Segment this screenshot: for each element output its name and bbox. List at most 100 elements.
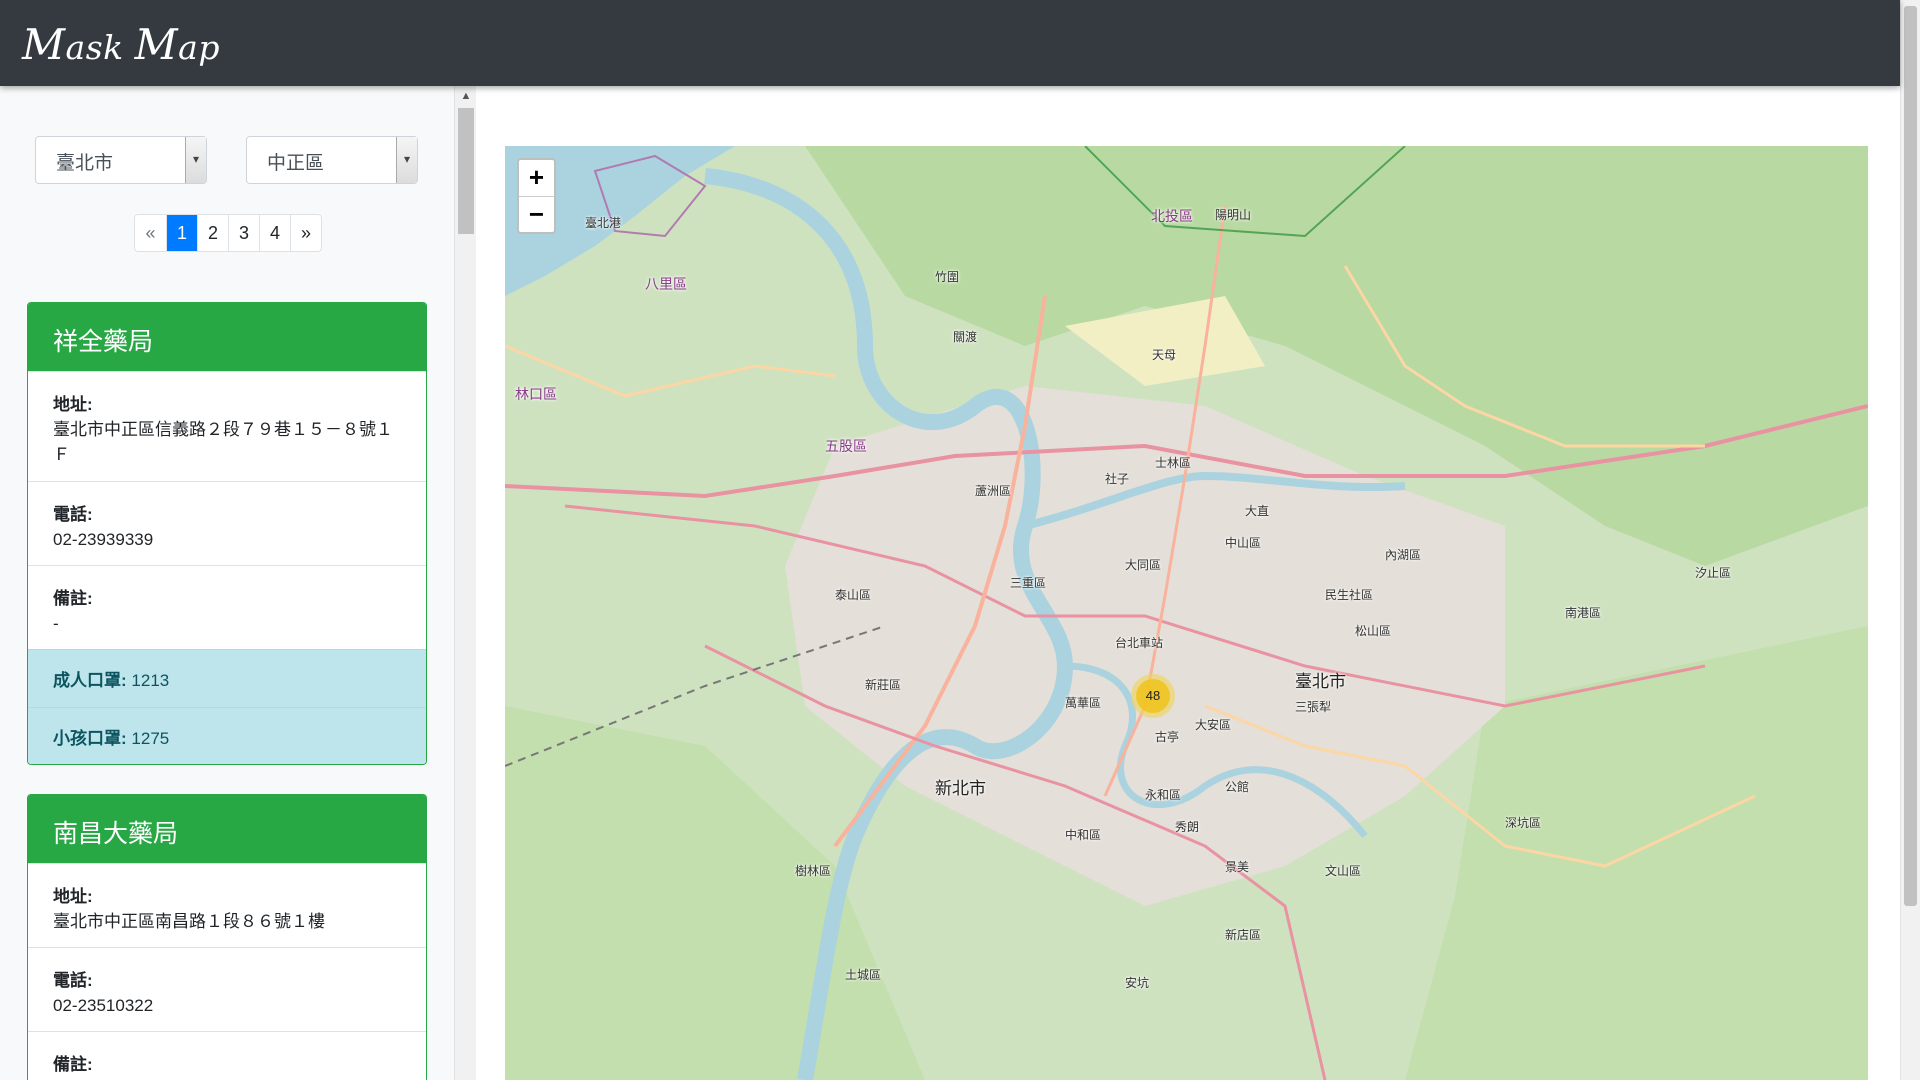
scrollbar-thumb[interactable]: [458, 108, 474, 234]
map-label: 南港區: [1565, 606, 1602, 620]
map-label: 中和區: [1065, 828, 1102, 842]
map-label: 社子: [1105, 472, 1130, 486]
map-label: 公館: [1225, 780, 1250, 794]
store-address: 臺北市中正區信義路２段７９巷１５－８號１Ｆ: [53, 420, 393, 464]
child-mask-label: 小孩口罩:: [53, 729, 127, 748]
map-label: 新莊區: [865, 678, 902, 692]
child-mask-row: 小孩口罩: 1275: [28, 707, 426, 764]
map-label: 大安區: [1195, 718, 1232, 732]
map-label: 內湖區: [1385, 548, 1422, 562]
map-label: 萬華區: [1065, 696, 1102, 710]
map-label: 臺北港: [585, 216, 622, 230]
address-label: 地址:: [53, 395, 93, 414]
map-label: 安坑: [1125, 976, 1150, 990]
store-phone-row: 電話: 02-23510322: [28, 947, 426, 1031]
map-label: 古亭: [1155, 730, 1180, 744]
phone-label: 電話:: [53, 505, 93, 524]
map-label: 汐止區: [1695, 566, 1732, 580]
map-label: 臺北市: [1295, 672, 1346, 691]
map[interactable]: + − 臺北港 八里區 北投區 陽明山 竹圍 關渡 天母 林口區 五股區 士林區…: [505, 146, 1868, 1080]
brand-letter: M: [22, 20, 66, 69]
map-label: 士林區: [1155, 456, 1192, 470]
brand-word: ap: [178, 28, 220, 67]
zoom-control: + −: [517, 158, 556, 234]
brand-letter: M: [134, 20, 179, 69]
map-label: 樹林區: [795, 864, 832, 878]
map-label: 秀朗: [1175, 820, 1200, 834]
map-label: 林口區: [515, 386, 557, 402]
store-card[interactable]: 南昌大藥局 地址: 臺北市中正區南昌路１段８６號１樓 電話: 02-235103…: [27, 794, 427, 1080]
map-label: 五股區: [825, 438, 867, 454]
note-label: 備註:: [53, 589, 93, 608]
zoom-out-button[interactable]: −: [519, 196, 554, 232]
page-button-1[interactable]: 1: [166, 215, 197, 251]
adult-mask-count: 1213: [131, 671, 170, 690]
map-tiles: [505, 146, 1868, 1080]
map-label: 蘆洲區: [975, 484, 1012, 498]
phone-label: 電話:: [53, 971, 93, 990]
brand-word: ask: [65, 28, 124, 67]
map-label: 新北市: [935, 779, 986, 798]
district-select[interactable]: 中正區 ▾: [246, 136, 418, 184]
map-label: 永和區: [1145, 788, 1182, 802]
marker-cluster[interactable]: 48: [1131, 674, 1175, 718]
app-brand[interactable]: Mask Map: [22, 20, 220, 69]
city-select[interactable]: 臺北市 ▾: [35, 136, 207, 184]
store-note-row: 備註: -: [28, 565, 426, 649]
page-next-button[interactable]: »: [290, 215, 321, 251]
map-label: 泰山區: [835, 588, 872, 602]
map-label: 北投區: [1151, 208, 1193, 224]
chevron-down-icon[interactable]: ▾: [396, 137, 417, 183]
map-label: 陽明山: [1215, 208, 1252, 222]
district-select-value: 中正區: [267, 153, 325, 174]
map-label: 大同區: [1125, 558, 1162, 572]
page-scrollbar[interactable]: [1900, 0, 1920, 1080]
map-label: 關渡: [953, 330, 978, 344]
map-label: 景美: [1225, 860, 1250, 874]
store-address: 臺北市中正區南昌路１段８６號１樓: [53, 912, 325, 931]
city-select-value: 臺北市: [56, 153, 114, 174]
store-name: 祥全藥局: [28, 303, 426, 371]
address-label: 地址:: [53, 887, 93, 906]
map-label: 新店區: [1225, 928, 1262, 942]
chevron-down-icon[interactable]: ▾: [185, 137, 206, 183]
store-phone: 02-23939339: [53, 530, 154, 549]
zoom-in-button[interactable]: +: [519, 160, 554, 196]
map-label: 松山區: [1355, 624, 1392, 638]
page-button-4[interactable]: 4: [259, 215, 290, 251]
adult-mask-label: 成人口罩:: [53, 671, 127, 690]
sidebar: 臺北市 ▾ 中正區 ▾ « 1 2 3 4 » 祥全藥局 地址: 臺北市中正區信…: [0, 86, 456, 1080]
map-label: 文山區: [1325, 864, 1362, 878]
note-label: 備註:: [53, 1055, 93, 1074]
store-note: -: [53, 614, 59, 633]
page-button-2[interactable]: 2: [197, 215, 228, 251]
sidebar-scrollbar[interactable]: ▲: [454, 86, 476, 1080]
store-note-row: 備註:: [28, 1031, 426, 1080]
child-mask-count: 1275: [131, 729, 170, 748]
map-label: 大直: [1245, 504, 1270, 518]
cluster-count: 48: [1136, 679, 1170, 713]
map-label: 八里區: [645, 276, 687, 292]
store-name: 南昌大藥局: [28, 795, 426, 863]
adult-mask-row: 成人口罩: 1213: [28, 649, 426, 707]
map-label: 中山區: [1225, 536, 1262, 550]
store-phone-row: 電話: 02-23939339: [28, 481, 426, 565]
page-button-3[interactable]: 3: [228, 215, 259, 251]
map-label: 天母: [1152, 348, 1177, 362]
map-label: 三張犁: [1295, 700, 1332, 714]
map-label: 竹圍: [935, 270, 960, 284]
scroll-up-icon[interactable]: ▲: [455, 86, 477, 106]
map-label: 民生社區: [1325, 588, 1374, 602]
navbar: Mask Map: [0, 0, 1900, 86]
pagination: « 1 2 3 4 »: [134, 214, 322, 252]
map-label: 深坑區: [1505, 816, 1542, 830]
store-address-row: 地址: 臺北市中正區信義路２段７９巷１５－８號１Ｆ: [28, 371, 426, 481]
page-prev-button[interactable]: «: [135, 215, 166, 251]
map-label: 土城區: [845, 968, 882, 982]
map-label: 三重區: [1010, 576, 1047, 590]
map-label: 台北車站: [1115, 636, 1164, 650]
store-phone: 02-23510322: [53, 996, 154, 1015]
scrollbar-thumb[interactable]: [1904, 6, 1917, 906]
store-address-row: 地址: 臺北市中正區南昌路１段８６號１樓: [28, 863, 426, 947]
store-card[interactable]: 祥全藥局 地址: 臺北市中正區信義路２段７９巷１５－８號１Ｆ 電話: 02-23…: [27, 302, 427, 765]
